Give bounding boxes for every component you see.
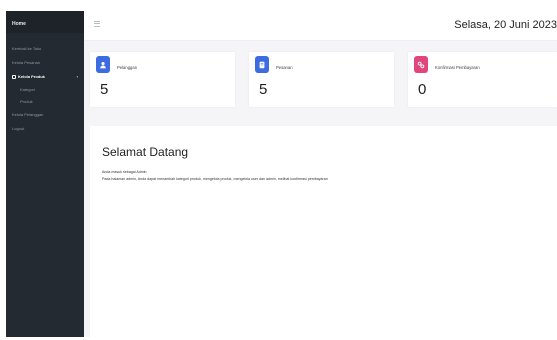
stat-card-konfirmasi-pembayaran: Konfirmasi Pembayaran 0 <box>408 52 557 107</box>
stat-value: 5 <box>259 81 268 98</box>
stat-value: 0 <box>418 81 427 98</box>
sidebar-item-kelola-produk[interactable]: Kelola Produk ‹ <box>6 70 84 84</box>
sidebar-item-kategori[interactable]: Kategori <box>6 84 84 96</box>
stat-card-pelanggan: Pelanggan 5 <box>90 52 235 107</box>
grid-icon <box>12 74 16 79</box>
sidebar: Home Kembali ke Toko Kelola Pesanan Kelo… <box>6 11 84 337</box>
link-icon <box>414 56 428 73</box>
sidebar-item-label: Kelola Pelanggan <box>12 112 44 117</box>
sidebar-item-logout[interactable]: Logout <box>6 122 84 136</box>
sidebar-item-label: Kategori <box>20 87 35 92</box>
stat-label: Pesanan <box>276 65 293 70</box>
sidebar-item-label: Kelola Produk <box>18 74 45 79</box>
sidebar-item-kembali-ke-toko[interactable]: Kembali ke Toko <box>6 42 84 56</box>
sidebar-brand-home[interactable]: Home <box>6 11 84 33</box>
sidebar-item-label: Produk <box>20 99 33 104</box>
sidebar-menu: Kembali ke Toko Kelola Pesanan Kelola Pr… <box>6 33 84 136</box>
sidebar-item-label: Kembali ke Toko <box>12 46 42 51</box>
stat-label: Pelanggan <box>117 65 138 70</box>
chevron-icon: ‹ <box>76 74 78 79</box>
sidebar-item-label: Kelola Pesanan <box>12 60 41 65</box>
menu-toggle-icon[interactable] <box>94 21 100 27</box>
document-icon <box>255 56 269 73</box>
app-window: Home Kembali ke Toko Kelola Pesanan Kelo… <box>0 0 557 340</box>
welcome-role-text: Anda masuk sebagai Admin <box>102 170 147 174</box>
welcome-panel: Selamat Datang Anda masuk sebagai Admin … <box>90 126 557 337</box>
sidebar-item-kelola-pelanggan[interactable]: Kelola Pelanggan <box>6 108 84 122</box>
main-content: Pelanggan 5 Pesanan 5 Konfirmasi Pembaya… <box>84 41 557 337</box>
stat-card-pesanan: Pesanan 5 <box>249 52 394 107</box>
sidebar-item-produk[interactable]: Produk <box>6 96 84 108</box>
welcome-description: Pada halaman admin, Anda dapat menambah … <box>102 177 328 181</box>
welcome-title: Selamat Datang <box>102 145 189 159</box>
stat-value: 5 <box>100 81 109 98</box>
topbar: Selasa, 20 Juni 2023 <box>84 11 557 41</box>
current-date: Selasa, 20 Juni 2023 <box>454 19 557 31</box>
user-icon <box>96 56 110 73</box>
sidebar-item-label: Logout <box>12 126 25 131</box>
stat-label: Konfirmasi Pembayaran <box>435 65 480 70</box>
sidebar-item-kelola-pesanan[interactable]: Kelola Pesanan <box>6 56 84 70</box>
